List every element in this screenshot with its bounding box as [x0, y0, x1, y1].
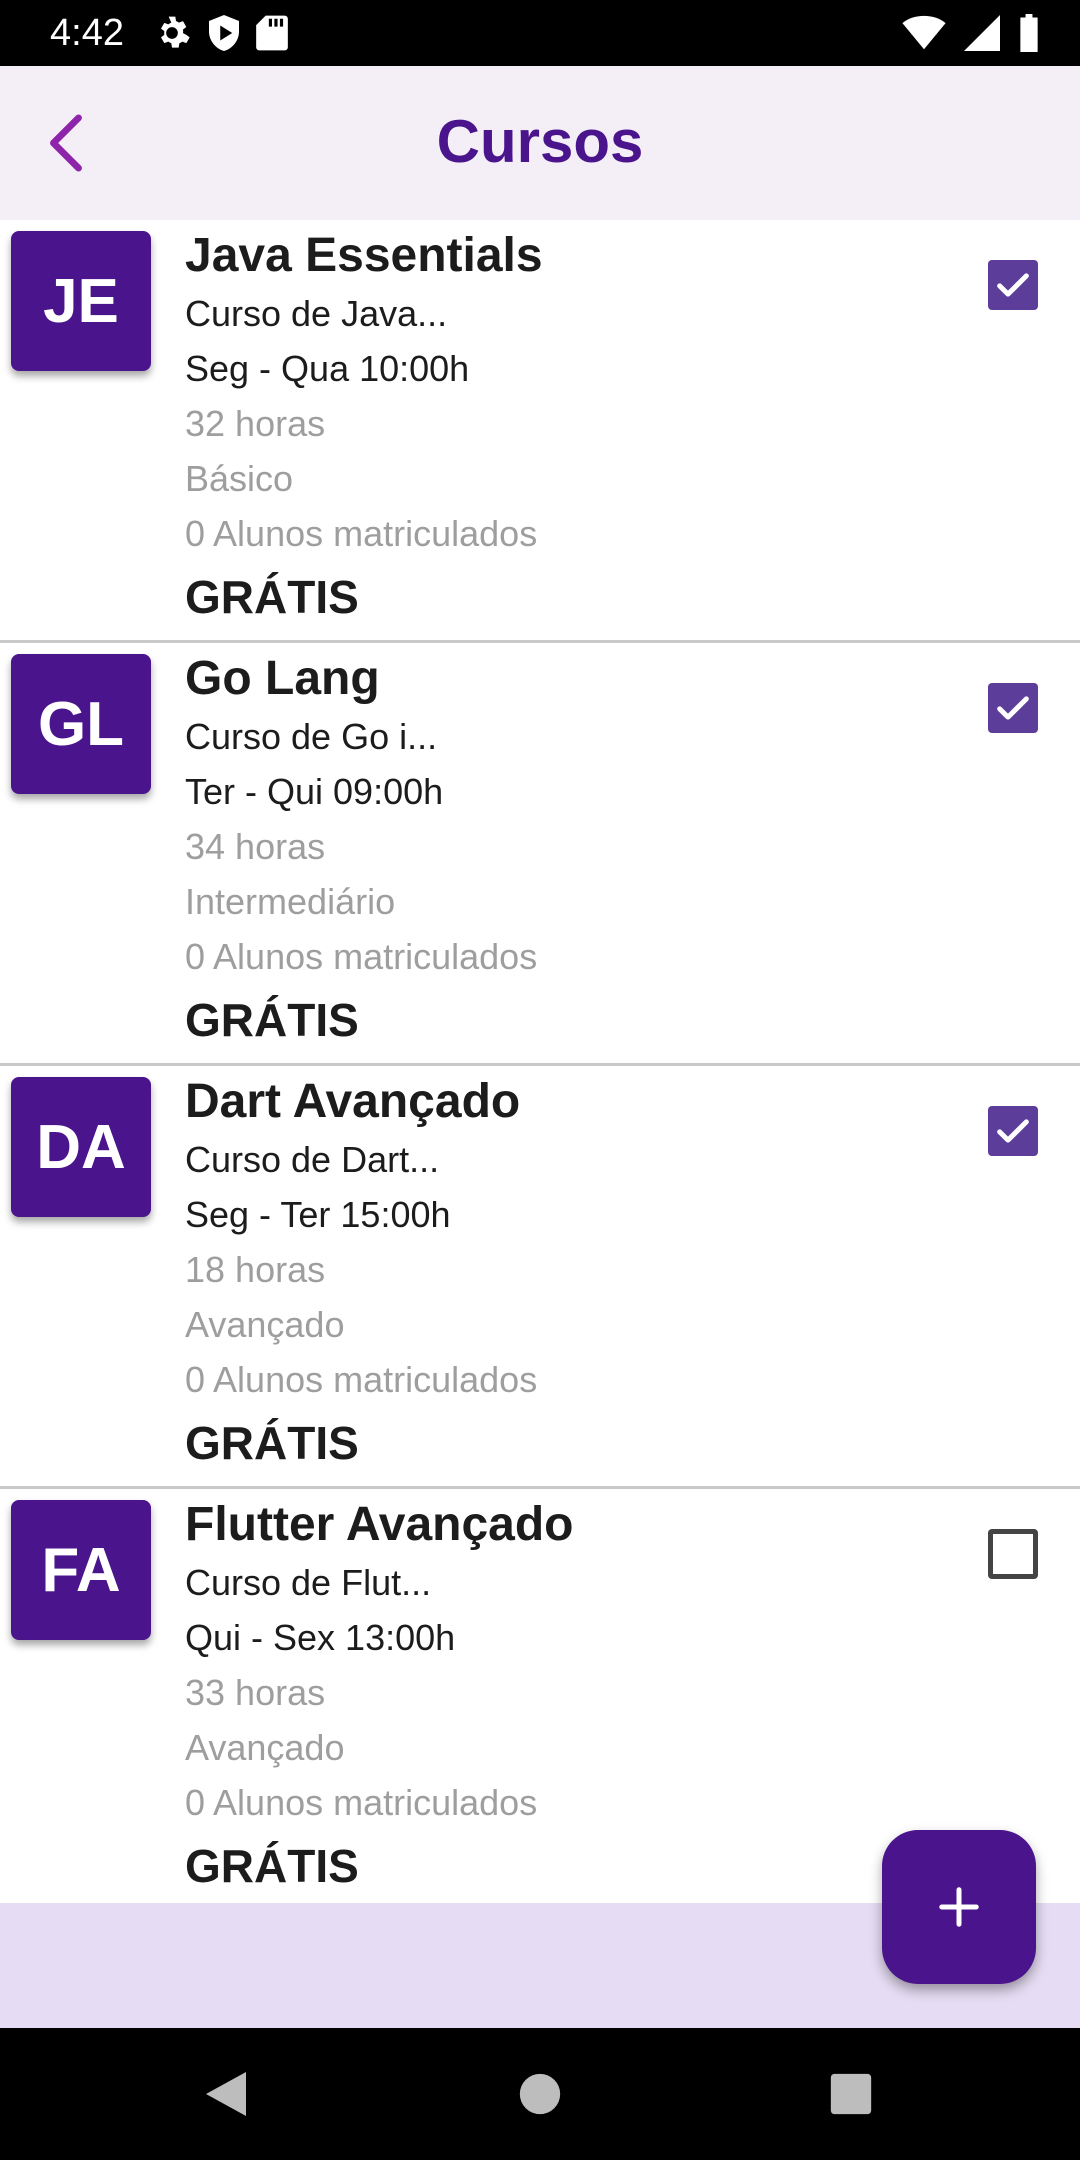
course-level: Avançado: [185, 1727, 345, 1768]
course-hours: 32 horas: [185, 403, 326, 444]
check-icon: [997, 696, 1029, 720]
course-checkbox[interactable]: [988, 683, 1038, 733]
course-hours: 34 horas: [185, 826, 326, 867]
add-course-button[interactable]: [882, 1830, 1036, 1984]
course-description: Curso de Go i...: [185, 716, 438, 757]
course-checkbox[interactable]: [988, 1106, 1038, 1156]
course-schedule: Qui - Sex 13:00h: [185, 1617, 456, 1658]
course-price: GRÁTIS: [185, 1417, 359, 1469]
course-students: 0 Alunos matriculados: [185, 1359, 538, 1400]
course-hours: 33 horas: [185, 1672, 326, 1713]
nav-recents-button[interactable]: [821, 2064, 881, 2124]
course-level: Avançado: [185, 1304, 345, 1345]
course-title: Flutter Avançado: [185, 1498, 574, 1551]
course-avatar: DA: [11, 1077, 151, 1217]
app-bar: Cursos: [0, 66, 1080, 220]
course-description: Curso de Dart...: [185, 1139, 440, 1180]
recents-square-icon: [830, 2073, 872, 2115]
course-price: GRÁTIS: [185, 571, 359, 623]
course-hours: 18 horas: [185, 1249, 326, 1290]
course-avatar: JE: [11, 231, 151, 371]
course-checkbox[interactable]: [988, 260, 1038, 310]
home-circle-icon: [519, 2073, 561, 2115]
course-item-go-lang[interactable]: GL Go Lang Curso de Go i... Ter - Qui 09…: [0, 643, 1080, 1066]
nav-back-button[interactable]: [196, 2064, 256, 2124]
wifi-icon: [902, 15, 946, 56]
course-description: Curso de Flut...: [185, 1562, 432, 1603]
page-title: Cursos: [436, 108, 644, 175]
course-price: GRÁTIS: [185, 1840, 359, 1892]
course-schedule: Seg - Qua 10:00h: [185, 348, 470, 389]
status-time: 4:42: [50, 12, 124, 54]
course-avatar: FA: [11, 1500, 151, 1640]
course-level: Básico: [185, 458, 294, 499]
course-title: Go Lang: [185, 652, 380, 705]
course-price: GRÁTIS: [185, 994, 359, 1046]
course-schedule: Ter - Qui 09:00h: [185, 771, 444, 812]
plus-icon: [939, 1887, 979, 1927]
nav-home-button[interactable]: [510, 2064, 570, 2124]
signal-icon: [964, 15, 1000, 56]
back-triangle-icon: [206, 2072, 246, 2116]
system-nav-bar: [0, 2028, 1080, 2160]
course-checkbox[interactable]: [988, 1529, 1038, 1579]
sd-card-icon: [256, 14, 288, 57]
course-list: JE Java Essentials Curso de Java... Seg …: [0, 220, 1080, 1912]
shield-play-icon: [206, 13, 242, 58]
course-description: Curso de Java...: [185, 293, 448, 334]
gear-icon: [152, 13, 192, 58]
course-title: Java Essentials: [185, 229, 543, 282]
status-icons-right: [902, 14, 1040, 57]
course-level: Intermediário: [185, 881, 396, 922]
course-schedule: Seg - Ter 15:00h: [185, 1194, 451, 1235]
course-students: 0 Alunos matriculados: [185, 936, 538, 977]
course-students: 0 Alunos matriculados: [185, 513, 538, 554]
course-item-dart-avancado[interactable]: DA Dart Avançado Curso de Dart... Seg - …: [0, 1066, 1080, 1489]
status-bar: 4:42: [0, 0, 1080, 66]
status-icons-left: [152, 13, 288, 58]
course-avatar: GL: [11, 654, 151, 794]
battery-icon: [1018, 14, 1040, 57]
course-title: Dart Avançado: [185, 1075, 521, 1128]
course-item-java-essentials[interactable]: JE Java Essentials Curso de Java... Seg …: [0, 220, 1080, 643]
check-icon: [997, 273, 1029, 297]
course-students: 0 Alunos matriculados: [185, 1782, 538, 1823]
check-icon: [997, 1119, 1029, 1143]
